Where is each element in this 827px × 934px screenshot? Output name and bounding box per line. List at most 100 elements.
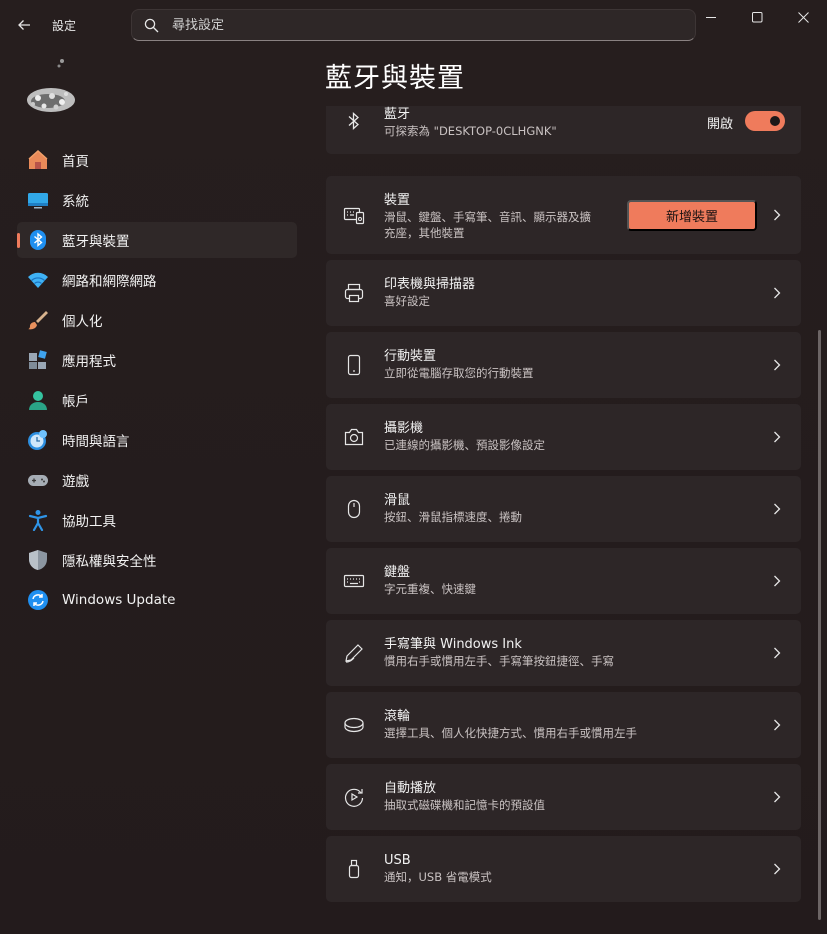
page-title: 藍牙與裝置	[325, 63, 465, 94]
bluetooth-subtitle: 可探索為 "DESKTOP-0CLHGNK"	[384, 124, 557, 138]
close-button[interactable]	[780, 0, 826, 34]
card-subtitle: 慣用右手或慣用左手、手寫筆按鈕捷徑、手寫	[384, 654, 614, 668]
search-input[interactable]	[172, 17, 695, 33]
app-title: 設定	[52, 19, 77, 33]
sidebar-item-bluetooth[interactable]: 藍牙與裝置	[17, 222, 297, 258]
chevron-right-icon	[771, 863, 783, 875]
settings-card[interactable]: USB 通知，USB 省電模式	[326, 836, 801, 902]
bluetooth-card: 藍牙 可探索為 "DESKTOP-0CLHGNK" 開啟	[326, 106, 801, 154]
settings-card[interactable]: 手寫筆與 Windows Ink 慣用右手或慣用左手、手寫筆按鈕捷徑、手寫	[326, 620, 801, 686]
keyboard-icon	[343, 570, 365, 592]
chevron-right-icon	[771, 647, 783, 659]
sidebar-item-gaming[interactable]: 遊戲	[17, 462, 297, 498]
apps-icon	[27, 349, 49, 371]
gamepad-icon	[27, 469, 49, 491]
devices-icon	[343, 204, 365, 226]
card-subtitle: 喜好設定	[384, 294, 430, 308]
card-subtitle: 字元重複、快速鍵	[384, 582, 476, 596]
chevron-right-icon	[771, 791, 783, 803]
bluetooth-title: 藍牙	[384, 107, 411, 122]
sidebar-item-label: 帳戶	[62, 394, 89, 410]
sidebar-item-label: 時間與語言	[62, 434, 130, 450]
sidebar-item-accounts[interactable]: 帳戶	[17, 382, 297, 418]
bluetooth-icon	[343, 110, 365, 132]
back-button[interactable]	[10, 12, 38, 38]
close-icon	[797, 11, 809, 23]
chevron-right-icon	[771, 503, 783, 515]
printer-icon	[343, 282, 365, 304]
settings-card[interactable]: 鍵盤字元重複、快速鍵	[326, 548, 801, 614]
devices-card[interactable]: 裝置 滑鼠、鍵盤、手寫筆、音訊、顯示器及擴 充座，其他裝置 新增裝置	[326, 176, 801, 254]
brush-icon	[27, 309, 49, 331]
phone-icon	[343, 354, 365, 376]
sidebar-item-label: 網路和網際網路	[62, 274, 157, 290]
sidebar-item-home[interactable]: 首頁	[17, 142, 297, 178]
autoplay-icon	[343, 786, 365, 808]
sidebar-item-label: 系統	[62, 194, 89, 210]
sidebar-nav: 首頁 系統 藍牙與裝置 網路和網際網路 個人化 應用程式 帳戶 時間與語言 遊戲…	[17, 142, 297, 622]
card-subtitle: 通知，USB 省電模式	[384, 870, 492, 884]
sidebar-item-accessibility[interactable]: 協助工具	[17, 502, 297, 538]
card-title: 滾輪	[384, 709, 411, 724]
settings-card[interactable]: 攝影機已連線的攝影機、預設影像設定	[326, 404, 801, 470]
card-subtitle: 已連線的攝影機、預設影像設定	[384, 438, 545, 452]
sidebar-item-label: Windows Update	[62, 592, 176, 608]
minimize-button[interactable]	[688, 0, 734, 34]
sidebar-item-network[interactable]: 網路和網際網路	[17, 262, 297, 298]
card-subtitle: 選擇工具、個人化快捷方式、慣用右手或慣用左手	[384, 726, 637, 740]
sidebar-item-time-language[interactable]: 時間與語言	[17, 422, 297, 458]
chevron-right-icon	[771, 287, 783, 299]
card-title: 手寫筆與 Windows Ink	[384, 637, 522, 652]
accessibility-icon	[27, 509, 49, 531]
bluetooth-toggle[interactable]	[745, 111, 785, 131]
search-icon	[144, 17, 160, 33]
time-language-icon	[27, 429, 49, 451]
settings-card[interactable]: 滾輪選擇工具、個人化快捷方式、慣用右手或慣用左手	[326, 692, 801, 758]
settings-card[interactable]: 行動裝置立即從電腦存取您的行動裝置	[326, 332, 801, 398]
chevron-right-icon	[771, 431, 783, 443]
card-title: USB	[384, 853, 411, 868]
chevron-right-icon	[771, 209, 783, 221]
settings-card[interactable]: 印表機與掃描器 喜好設定	[326, 260, 801, 326]
usb-icon	[343, 858, 365, 880]
maximize-icon	[751, 11, 762, 22]
settings-list: 藍牙 可探索為 "DESKTOP-0CLHGNK" 開啟 裝置 滑鼠、鍵盤、手寫…	[326, 106, 801, 902]
scrollbar[interactable]	[818, 330, 821, 920]
devices-subtitle-line2: 充座，其他裝置	[384, 226, 465, 240]
card-title: 攝影機	[384, 421, 424, 436]
card-subtitle: 抽取式磁碟機和記憶卡的預設值	[384, 798, 545, 812]
settings-window: 設定 首頁	[0, 0, 827, 934]
sidebar-item-windows-update[interactable]: Windows Update	[17, 582, 297, 618]
devices-subtitle-line1: 滑鼠、鍵盤、手寫筆、音訊、顯示器及擴	[384, 210, 591, 224]
shield-icon	[27, 549, 49, 571]
sidebar-item-apps[interactable]: 應用程式	[17, 342, 297, 378]
sidebar-item-label: 遊戲	[62, 474, 89, 490]
camera-icon	[343, 426, 365, 448]
card-subtitle: 立即從電腦存取您的行動裝置	[384, 366, 534, 380]
card-title: 滑鼠	[384, 493, 411, 508]
card-title: 行動裝置	[384, 349, 437, 364]
sidebar-item-label: 個人化	[62, 314, 103, 330]
settings-card[interactable]: 自動播放 抽取式磁碟機和記憶卡的預設值	[326, 764, 801, 830]
sidebar-item-label: 應用程式	[62, 354, 116, 370]
devices-title: 裝置	[384, 193, 411, 208]
card-title: 鍵盤	[384, 565, 411, 580]
home-icon	[27, 149, 49, 171]
settings-card[interactable]: 滑鼠 按鈕、滑鼠指標速度、捲動	[326, 476, 801, 542]
bluetooth-toggle-label: 開啟	[706, 117, 733, 132]
sidebar-item-label: 協助工具	[62, 514, 116, 530]
sidebar-item-privacy[interactable]: 隱私權與安全性	[17, 542, 297, 578]
sidebar-item-personalization[interactable]: 個人化	[17, 302, 297, 338]
sidebar-item-label: 首頁	[62, 154, 89, 170]
avatar[interactable]	[22, 56, 80, 118]
search-box[interactable]	[131, 9, 696, 41]
wifi-icon	[27, 269, 49, 291]
add-device-button[interactable]: 新增裝置	[627, 200, 757, 231]
card-title: 印表機與掃描器	[384, 277, 476, 292]
bluetooth-icon	[27, 229, 49, 251]
chevron-right-icon	[771, 575, 783, 587]
sidebar-item-system[interactable]: 系統	[17, 182, 297, 218]
mouse-icon	[343, 498, 365, 520]
sidebar-item-label: 藍牙與裝置	[62, 234, 130, 250]
maximize-button[interactable]	[734, 0, 780, 34]
